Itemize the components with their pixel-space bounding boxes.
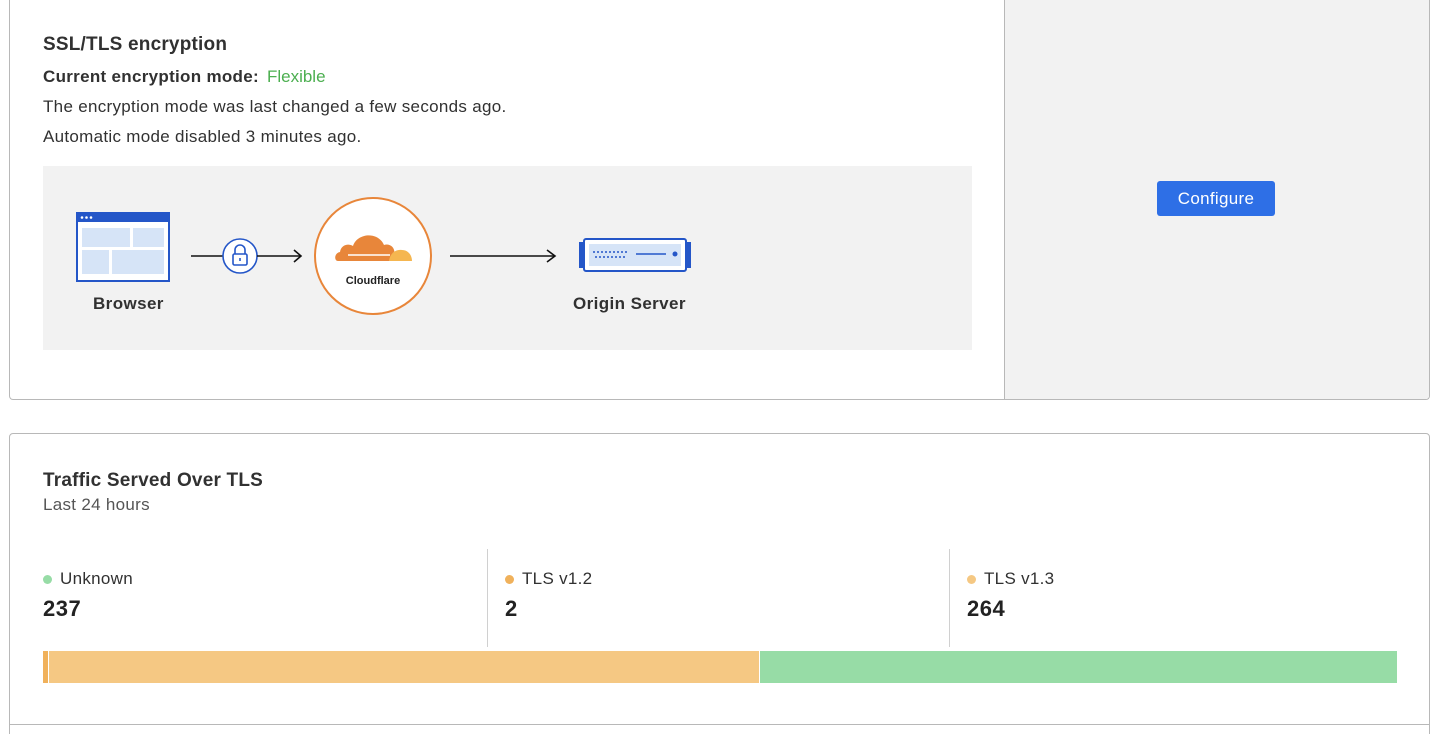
stat-value: 237 — [43, 596, 82, 621]
configure-panel: Configure — [1005, 0, 1429, 399]
stat-label: Unknown — [43, 569, 133, 589]
origin-server-label: Origin Server — [573, 294, 686, 313]
stat-label-text: TLS v1.3 — [984, 569, 1055, 588]
stat-value: 2 — [505, 596, 518, 621]
padlock-icon — [191, 238, 303, 274]
stat-label-text: Unknown — [60, 569, 133, 588]
encryption-info-panel: SSL/TLS encryption Current encryption mo… — [10, 0, 1005, 399]
configure-button[interactable]: Configure — [1157, 181, 1275, 216]
stat-divider — [487, 549, 488, 647]
arrow-right-icon — [450, 249, 557, 263]
stat-unknown: Unknown 237 — [43, 549, 483, 647]
stat-label: TLS v1.2 — [505, 569, 592, 589]
legend-dot-icon — [967, 574, 976, 584]
bar-segment-unknown[interactable] — [759, 651, 1397, 683]
traffic-tls-card: Traffic Served Over TLS Last 24 hours Un… — [9, 433, 1430, 734]
ssl-tls-encryption-card: SSL/TLS encryption Current encryption mo… — [9, 0, 1430, 400]
current-mode-value: Flexible — [266, 67, 326, 86]
stat-value: 264 — [967, 596, 1006, 621]
legend-dot-icon — [43, 574, 52, 584]
stat-divider — [949, 549, 950, 647]
tls-distribution-bar — [43, 651, 1397, 683]
stat-label-text: TLS v1.2 — [522, 569, 593, 588]
automatic-mode-note: Automatic mode disabled 3 minutes ago. — [43, 127, 362, 146]
last-changed-text: The encryption mode was last changed a f… — [43, 97, 507, 116]
stat-label: TLS v1.3 — [967, 569, 1054, 589]
stat-tls-v1-2: TLS v1.2 2 — [505, 549, 945, 647]
cloudflare-node: Cloudflare — [314, 197, 432, 315]
encryption-diagram: Browser Cloudflare Origin Server — [43, 166, 972, 350]
browser-label: Browser — [93, 294, 164, 313]
origin-server-icon — [579, 238, 691, 272]
browser-window-icon — [76, 212, 170, 282]
encryption-card-title: SSL/TLS encryption — [43, 34, 228, 55]
stat-tls-v1-3: TLS v1.3 264 — [967, 549, 1407, 647]
bar-segment-tls-v1-3[interactable] — [48, 651, 760, 683]
legend-dot-icon — [505, 574, 514, 584]
card-divider — [10, 724, 1429, 725]
current-mode-row: Current encryption mode: Flexible — [43, 67, 326, 87]
traffic-card-title: Traffic Served Over TLS — [43, 470, 264, 491]
cloudflare-cloud-icon — [335, 235, 412, 261]
cloudflare-label: Cloudflare — [345, 275, 401, 287]
current-mode-label: Current encryption mode: — [43, 67, 259, 86]
traffic-card-subtitle: Last 24 hours — [43, 495, 150, 514]
